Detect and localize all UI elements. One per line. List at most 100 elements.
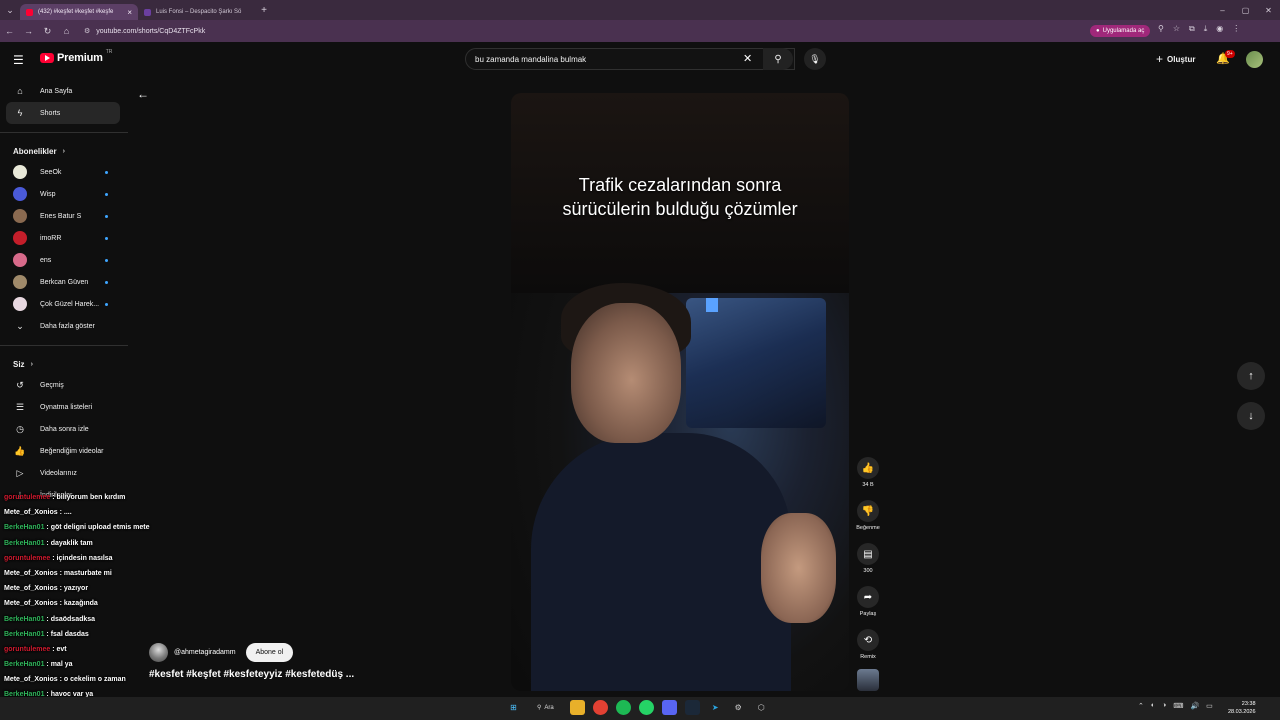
shorts-video-player[interactable]: Trafik cezalarından sonra sürücülerin bu…	[511, 93, 849, 691]
sidebar-item-your-videos[interactable]: ▷ Videolarınız	[0, 462, 128, 484]
sidebar-subscription-item[interactable]: Enes Batur S	[0, 205, 128, 227]
tray-app-icon[interactable]: ◐	[1151, 702, 1155, 710]
back-icon[interactable]: ←	[0, 26, 19, 36]
comment-icon[interactable]: ▤	[857, 543, 879, 565]
share-action[interactable]: ➦ Paylaş	[853, 586, 883, 617]
sidebar-item-shorts[interactable]: ϟ Shorts	[6, 102, 120, 124]
chat-username: goruntulemee	[4, 645, 51, 653]
sidebar-subscription-item[interactable]: imoRR	[0, 227, 128, 249]
taskbar-search[interactable]: ⚲ Ara	[529, 704, 562, 712]
window-close-icon[interactable]: ✕	[1257, 6, 1280, 15]
tab-search-icon[interactable]: ⌄	[0, 0, 20, 20]
thumbs-up-icon[interactable]: 👍	[857, 457, 879, 479]
downloads-icon[interactable]: ⤓	[1204, 24, 1208, 34]
sidebar-item-liked-videos[interactable]: 👍 Beğendiğim videolar	[0, 440, 128, 462]
clear-search-icon[interactable]: ✕	[743, 52, 752, 65]
back-arrow-icon[interactable]: ←	[137, 87, 149, 101]
sidebar-item-history[interactable]: ↺ Geçmiş	[0, 374, 128, 396]
windows-start-icon[interactable]: ⊞	[506, 700, 521, 715]
menu-icon[interactable]: ☰	[13, 53, 24, 67]
person-face	[571, 303, 681, 443]
settings-gear-icon[interactable]: ⚙	[731, 700, 746, 715]
comments-action[interactable]: ▤ 300	[853, 543, 883, 574]
sidebar-item-label: Geçmiş	[40, 381, 64, 389]
logo-text: Premium	[57, 52, 103, 64]
subscription-name: imoRR	[40, 234, 62, 242]
chat-username: BerkeHan01	[4, 661, 45, 669]
thumbs-down-icon[interactable]: 👎	[857, 500, 879, 522]
file-explorer-icon[interactable]	[569, 700, 585, 715]
telegram-icon[interactable]: ➤	[708, 700, 723, 715]
search-value: bu zamanda mandalina bulmak	[475, 54, 587, 64]
sidebar-item-label: Daha sonra izle	[40, 425, 89, 433]
maximize-icon[interactable]: ▢	[1234, 6, 1257, 15]
url-field[interactable]: ⚙ youtube.com/shorts/CqD4ZTFcPkk	[84, 27, 205, 36]
remix-action[interactable]: ⟲ Remix	[853, 629, 883, 660]
bookmark-star-icon[interactable]: ☆	[1173, 24, 1180, 34]
tray-app-icon[interactable]: ◑	[1162, 702, 1166, 710]
chat-username: BerkeHan01	[4, 524, 45, 532]
whatsapp-icon[interactable]	[638, 700, 654, 715]
chat-message: BerkeHan01 : dayaklik tam	[4, 540, 194, 555]
tray-chevron-icon[interactable]: ⌃	[1138, 702, 1144, 710]
show-more-button[interactable]: ⌄ Daha fazla göster	[0, 315, 128, 337]
forward-icon[interactable]: →	[19, 26, 38, 36]
sidebar-item-label: Oynatma listeleri	[40, 403, 93, 411]
youtube-premium-logo[interactable]: Premium TR	[40, 49, 112, 64]
tab-close-icon[interactable]: ×	[123, 8, 132, 17]
app-icon[interactable]: ⬡	[754, 700, 769, 715]
tab-despacito[interactable]: Luis Fonsi – Despacito Şarkı Sö	[138, 4, 256, 20]
clock-date: 28.03.2026	[1228, 709, 1256, 715]
sidebar-subscription-item[interactable]: Wisp	[0, 183, 128, 205]
create-label: Oluştur	[1167, 54, 1196, 64]
subscriptions-header[interactable]: Abonelikler ›	[0, 141, 128, 161]
share-icon[interactable]: ➦	[857, 586, 879, 608]
reload-icon[interactable]: ↻	[38, 26, 57, 37]
remix-icon[interactable]: ⟲	[857, 629, 879, 651]
new-tab-icon[interactable]: +	[256, 5, 272, 16]
chevron-down-icon: ⌄	[16, 320, 24, 331]
zoom-icon[interactable]: ⚲	[1158, 24, 1164, 34]
search-icon: ⚲	[774, 53, 782, 65]
chrome-icon[interactable]	[592, 700, 608, 715]
spotify-icon[interactable]	[615, 700, 631, 715]
account-avatar[interactable]	[1246, 51, 1263, 68]
sidebar-item-home[interactable]: ⌂ Ana Sayfa	[0, 80, 128, 102]
chat-text: : kazağında	[59, 600, 98, 608]
sidebar-item-playlists[interactable]: ☰ Oynatma listeleri	[0, 396, 128, 418]
voice-search-button[interactable]: 🎙	[804, 48, 826, 70]
sidebar-subscription-item[interactable]: ens	[0, 249, 128, 271]
taskbar-clock[interactable]: 23:38 28.03.2026	[1228, 700, 1256, 716]
home-icon[interactable]: ⌂	[57, 26, 76, 36]
steam-icon[interactable]	[684, 700, 700, 715]
chat-username: BerkeHan01	[4, 539, 45, 547]
sidebar-subscription-item[interactable]: Berkcan Güven	[0, 271, 128, 293]
sidebar-subscription-item[interactable]: Çok Güzel Harek...	[0, 293, 128, 315]
minimize-icon[interactable]: –	[1211, 6, 1234, 15]
chat-message: goruntulemee : biliyorum ben kırdım	[4, 494, 194, 509]
battery-icon[interactable]: ▭	[1206, 702, 1213, 710]
profile-icon[interactable]: ◉	[1216, 24, 1223, 34]
sidebar-item-watch-later[interactable]: ◷ Daha sonra izle	[0, 418, 128, 440]
new-content-dot	[105, 171, 108, 174]
volume-icon[interactable]: 🔊	[1190, 702, 1199, 710]
subscribe-button[interactable]: Abone ol	[245, 643, 294, 662]
search-button[interactable]: ⚲	[763, 48, 793, 70]
arrow-up-icon: ↑	[1248, 370, 1254, 382]
open-in-app-button[interactable]: ● Uygulamada aç	[1090, 25, 1151, 37]
browser-menu-icon[interactable]: ⋮	[1232, 24, 1240, 34]
sidebar-subscription-item[interactable]: SeeOk	[0, 161, 128, 183]
discord-icon[interactable]	[661, 700, 677, 715]
previous-video-button[interactable]: ↑	[1237, 362, 1265, 390]
sound-thumbnail[interactable]	[857, 669, 879, 691]
site-info-icon[interactable]: ⚙	[84, 27, 90, 35]
extensions-icon[interactable]: ⧉	[1189, 24, 1195, 34]
like-action[interactable]: 👍 34 B	[853, 457, 883, 488]
chat-message: BerkeHan01 : mal ya	[4, 661, 194, 676]
dislike-action[interactable]: 👎 Beğenme	[853, 500, 883, 531]
you-header[interactable]: Siz ›	[0, 354, 128, 374]
create-button[interactable]: + Oluştur	[1156, 52, 1195, 66]
next-video-button[interactable]: ↓	[1237, 402, 1265, 430]
keyboard-icon[interactable]: ⌨	[1173, 702, 1183, 710]
tab-youtube-shorts[interactable]: (432) #keşfet #keşfet #keşfe ×	[20, 4, 138, 20]
